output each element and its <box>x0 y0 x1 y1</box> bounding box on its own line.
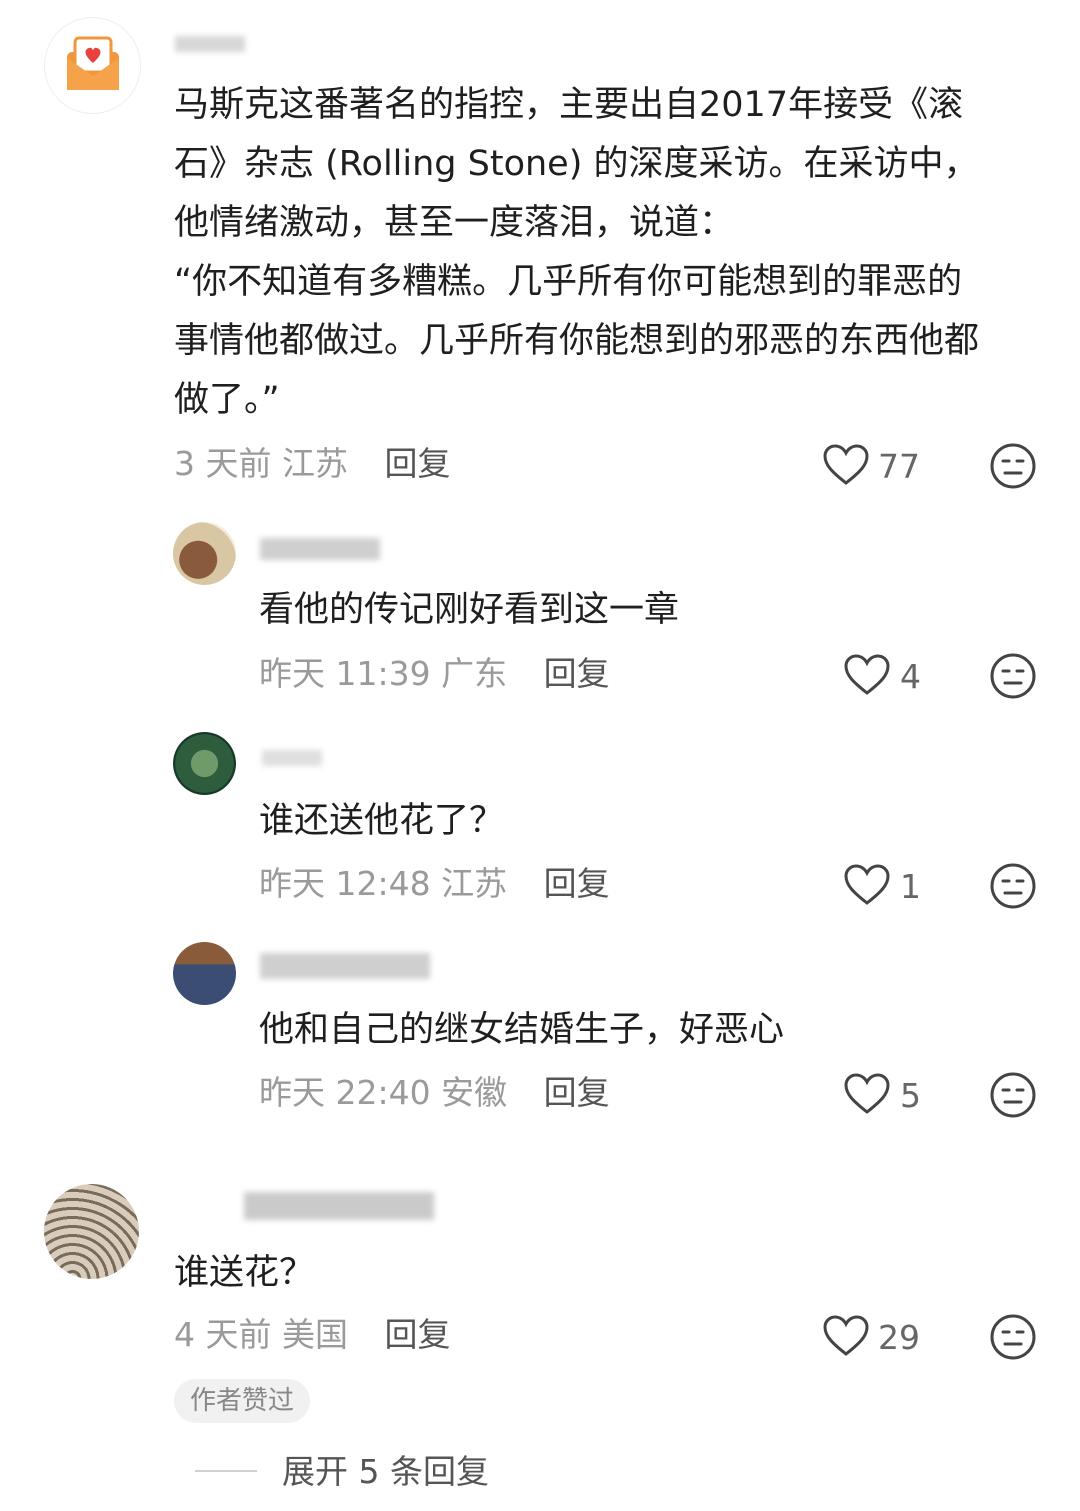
username-blurred[interactable] <box>175 36 245 52</box>
expand-replies-button[interactable]: 展开 5 条回复 <box>282 1452 489 1492</box>
like-count: 5 <box>900 1076 921 1115</box>
comment-line: 做了。” <box>174 380 280 420</box>
reply-button[interactable]: 回复 <box>544 1073 610 1112</box>
reply-button[interactable]: 回复 <box>384 444 450 483</box>
like-count: 1 <box>900 867 921 906</box>
username-blurred[interactable] <box>260 953 430 979</box>
envelope-heart-icon <box>67 36 119 90</box>
avatar-reply-2[interactable] <box>173 732 236 795</box>
reply-text: 看他的传记刚好看到这一章 <box>259 590 680 630</box>
username-blurred[interactable] <box>262 750 322 766</box>
reply-meta: 昨天 22:40 安徽 回复 <box>259 1073 610 1113</box>
neutral-face-icon[interactable] <box>989 1071 1037 1119</box>
reply-button[interactable]: 回复 <box>544 864 610 903</box>
neutral-face-icon[interactable] <box>989 652 1037 700</box>
reply-button[interactable]: 回复 <box>544 654 610 693</box>
expand-divider <box>195 1470 257 1472</box>
like-count: 4 <box>900 657 921 696</box>
time-location: 昨天 11:39 广东 <box>259 654 508 693</box>
reply-meta: 昨天 12:48 江苏 回复 <box>259 864 610 904</box>
heart-outline-icon[interactable] <box>843 863 891 907</box>
username-blurred[interactable] <box>244 1192 434 1220</box>
comment-line: 石》杂志 (Rolling Stone) 的深度采访。在采访中， <box>174 144 979 184</box>
heart-outline-icon[interactable] <box>822 443 870 487</box>
comment-text: 谁送花？ <box>174 1253 315 1293</box>
avatar-reply-3[interactable] <box>173 942 236 1005</box>
comment-line: “你不知道有多糟糕。几乎所有你可能想到的罪恶的 <box>174 262 963 302</box>
time-location: 3 天前 江苏 <box>174 444 348 483</box>
comment-line: 事情他都做过。几乎所有你能想到的邪恶的东西他都 <box>174 321 980 361</box>
comment-line: 他情绪激动，甚至一度落泪，说道： <box>174 203 735 243</box>
heart-outline-icon[interactable] <box>843 1072 891 1116</box>
neutral-face-icon[interactable] <box>989 442 1037 490</box>
avatar-comment-1[interactable] <box>44 17 141 114</box>
reply-text: 谁还送他花了？ <box>259 801 505 841</box>
avatar-comment-2[interactable] <box>44 1184 139 1279</box>
time-location: 昨天 12:48 江苏 <box>259 864 508 903</box>
reply-meta: 昨天 11:39 广东 回复 <box>259 654 610 694</box>
neutral-face-icon[interactable] <box>989 862 1037 910</box>
avatar-reply-1[interactable] <box>173 522 236 585</box>
time-location: 昨天 22:40 安徽 <box>259 1073 508 1112</box>
comment-meta: 4 天前 美国 回复 <box>174 1315 450 1355</box>
heart-outline-icon[interactable] <box>822 1314 870 1358</box>
comment-line: 马斯克这番著名的指控，主要出自2017年接受《滚 <box>174 85 964 125</box>
comment-meta: 3 天前 江苏 回复 <box>174 444 450 484</box>
like-count: 29 <box>878 1318 920 1357</box>
like-count: 77 <box>878 447 920 486</box>
author-liked-badge: 作者赞过 <box>174 1379 311 1423</box>
neutral-face-icon[interactable] <box>989 1313 1037 1361</box>
reply-text: 他和自己的继女结婚生子，好恶心 <box>259 1010 785 1050</box>
reply-button[interactable]: 回复 <box>384 1315 450 1354</box>
heart-outline-icon[interactable] <box>843 653 891 697</box>
comment-text: 马斯克这番著名的指控，主要出自2017年接受《滚 石》杂志 (Rolling S… <box>174 76 1054 430</box>
time-location: 4 天前 美国 <box>174 1315 348 1354</box>
username-blurred[interactable] <box>260 538 380 560</box>
